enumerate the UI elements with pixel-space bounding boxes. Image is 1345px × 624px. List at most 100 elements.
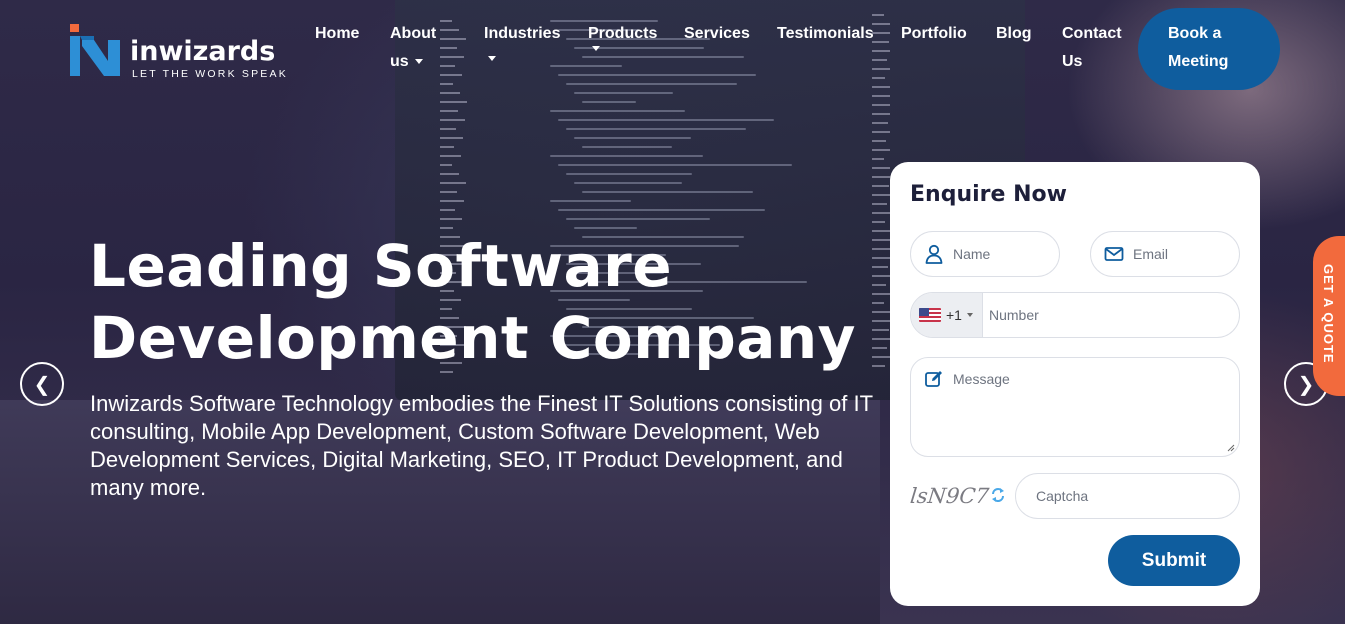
email-placeholder: Email	[1133, 246, 1169, 262]
get-quote-label: GET A QUOTE	[1321, 264, 1336, 364]
envelope-icon	[1104, 247, 1124, 261]
brand-logo[interactable]: inwizards LET THE WORK SPEAK	[68, 22, 288, 82]
code-line	[566, 128, 746, 130]
code-number	[440, 173, 459, 175]
code-line	[582, 146, 672, 148]
code-number	[872, 203, 887, 205]
nav-industries-label: Industries	[484, 25, 561, 42]
chevron-down-icon	[966, 313, 973, 317]
code-number	[872, 212, 890, 214]
code-number	[440, 191, 457, 193]
code-number	[872, 149, 890, 151]
nav-about[interactable]: About us	[390, 20, 436, 76]
dial-code: +1	[946, 307, 962, 323]
code-number	[440, 209, 455, 211]
book-meeting-label-2: Meeting	[1168, 53, 1229, 70]
code-number	[872, 23, 890, 25]
nav-industries[interactable]: Industries	[484, 20, 560, 61]
chevron-down-icon	[414, 59, 423, 65]
get-quote-tab[interactable]: GET A QUOTE	[1313, 236, 1345, 396]
refresh-icon[interactable]	[990, 486, 1006, 504]
code-number	[440, 164, 452, 166]
code-line	[550, 65, 622, 67]
code-number	[440, 20, 452, 22]
phone-field: +1 Number	[910, 292, 1240, 338]
us-flag-icon	[919, 308, 941, 322]
nav-blog[interactable]: Blog	[996, 20, 1032, 48]
code-number	[872, 14, 884, 16]
nav-home[interactable]: Home	[315, 20, 359, 48]
hero-title-line-1: Leading Software	[89, 232, 673, 300]
submit-button[interactable]: Submit	[1108, 535, 1240, 586]
nav-products[interactable]: Products	[588, 20, 657, 51]
hero-title: Leading Software Development Company	[89, 230, 889, 374]
code-number	[872, 140, 886, 142]
code-number	[440, 128, 456, 130]
hero-description: Inwizards Software Technology embodies t…	[90, 391, 873, 500]
hero-title-line-2: Development Company	[89, 304, 856, 372]
edit-icon	[925, 371, 942, 387]
code-number	[872, 158, 884, 160]
code-number	[872, 185, 889, 187]
code-line	[582, 101, 636, 103]
code-number	[440, 38, 466, 40]
code-number	[872, 194, 890, 196]
nav-testimonials-label: Testimonials	[777, 25, 874, 42]
code-number	[440, 47, 457, 49]
code-line	[558, 209, 765, 211]
enquiry-form: Enquire Now Name Email +1 Number Message…	[890, 162, 1260, 606]
code-line	[566, 83, 737, 85]
code-number	[872, 167, 890, 169]
chevron-right-icon: ❯	[1297, 372, 1315, 396]
nav-services[interactable]: Services	[684, 20, 750, 48]
code-line	[566, 218, 710, 220]
resize-handle-icon[interactable]	[1226, 443, 1235, 452]
email-field[interactable]: Email	[1090, 231, 1240, 277]
code-number	[440, 200, 464, 202]
code-line	[550, 200, 631, 202]
name-placeholder: Name	[953, 246, 991, 262]
code-number	[872, 59, 887, 61]
code-line	[574, 92, 673, 94]
code-number	[872, 50, 890, 52]
captcha-placeholder: Captcha	[1036, 488, 1089, 504]
nav-contact-label: Contact	[1062, 25, 1122, 42]
code-number	[440, 182, 466, 184]
slider-prev-button[interactable]: ❮	[20, 362, 64, 406]
chevron-left-icon: ❮	[33, 372, 51, 396]
code-number	[872, 113, 890, 115]
code-number	[440, 65, 455, 67]
code-number	[440, 110, 458, 112]
code-number	[440, 101, 467, 103]
brand-tagline: LET THE WORK SPEAK	[132, 68, 288, 80]
chevron-down-icon	[488, 56, 496, 61]
nav-products-label: Products	[588, 25, 658, 42]
code-number	[872, 77, 885, 79]
code-number	[440, 29, 459, 31]
user-icon	[925, 244, 943, 264]
country-code-select[interactable]: +1	[911, 293, 983, 337]
nav-contact-label-2: Us	[1062, 53, 1083, 70]
code-number	[440, 56, 464, 58]
captcha-field[interactable]: Captcha	[1015, 473, 1240, 519]
nav-testimonials[interactable]: Testimonials	[777, 20, 874, 48]
nav-contact[interactable]: Contact Us	[1062, 20, 1122, 76]
code-number	[872, 32, 890, 34]
captcha-image: lsN9C7	[908, 484, 991, 508]
code-line	[574, 182, 682, 184]
number-input[interactable]: Number	[989, 307, 1039, 323]
code-line	[566, 173, 692, 175]
code-number	[440, 137, 463, 139]
code-number	[872, 221, 885, 223]
code-number	[440, 74, 462, 76]
nav-about-label-2: us	[390, 53, 409, 70]
code-number	[872, 104, 890, 106]
book-meeting-button[interactable]: Book a Meeting	[1138, 8, 1280, 90]
message-field[interactable]: Message	[910, 357, 1240, 457]
nav-portfolio[interactable]: Portfolio	[901, 20, 967, 48]
name-field[interactable]: Name	[910, 231, 1060, 277]
code-number	[872, 41, 889, 43]
nav-about-label: About	[390, 25, 437, 42]
form-title: Enquire Now	[910, 182, 1067, 207]
code-line	[558, 74, 756, 76]
